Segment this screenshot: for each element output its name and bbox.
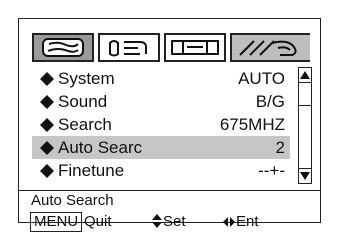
- scroll-thumb[interactable]: [299, 82, 311, 106]
- menu-item-value: --+-: [258, 161, 285, 180]
- menu-item-label: Auto Searc: [58, 138, 143, 157]
- menu-item-finetune[interactable]: Finetune --+-: [32, 159, 290, 182]
- sound-tab-icon: [109, 40, 147, 57]
- triangle-up-icon: [300, 71, 310, 79]
- menu-item-label: System: [58, 69, 115, 88]
- diamond-bullet-icon: [40, 95, 54, 109]
- diamond-bullet-icon: [40, 164, 54, 178]
- sound-tab[interactable]: [98, 33, 160, 62]
- footer-title: Auto Search: [31, 192, 114, 209]
- scroll-down-button[interactable]: [299, 168, 311, 183]
- channel-tab-icon: [239, 40, 297, 56]
- picture-tab[interactable]: [32, 33, 94, 62]
- picture-tab-icon: [42, 38, 84, 57]
- menu-item-label: Search: [58, 115, 112, 134]
- scrollbar[interactable]: [298, 67, 312, 184]
- set-label: Set: [163, 213, 186, 230]
- feature-tab-icon: [171, 40, 219, 55]
- scroll-up-button[interactable]: [299, 68, 311, 83]
- menu-item-value: AUTO: [238, 69, 285, 88]
- menu-item-search[interactable]: Search 675MHZ: [32, 113, 290, 136]
- quit-label: Quit: [84, 213, 112, 230]
- diamond-bullet-icon: [40, 141, 54, 155]
- left-right-arrows-icon: [223, 217, 235, 227]
- up-down-arrows-icon: [152, 214, 162, 228]
- menu-item-system[interactable]: System AUTO: [32, 67, 290, 90]
- menu-item-value: 2: [275, 138, 285, 157]
- menu-item-label: Sound: [58, 92, 108, 111]
- ent-label: Ent: [236, 213, 259, 230]
- footer-divider: [18, 190, 321, 191]
- menu-item-value: 675MHZ: [219, 115, 285, 134]
- feature-tab[interactable]: [164, 33, 226, 62]
- menu-item-sound[interactable]: Sound B/G: [32, 90, 290, 113]
- menu-item-value: B/G: [255, 92, 285, 111]
- triangle-down-icon: [300, 172, 310, 180]
- diamond-bullet-icon: [40, 72, 54, 86]
- channel-tab[interactable]: [230, 33, 310, 62]
- menu-item-auto-search[interactable]: Auto Searc 2: [32, 136, 290, 159]
- menu-item-label: Finetune: [58, 161, 125, 180]
- diamond-bullet-icon: [40, 118, 54, 132]
- menu-key[interactable]: MENU: [30, 212, 83, 232]
